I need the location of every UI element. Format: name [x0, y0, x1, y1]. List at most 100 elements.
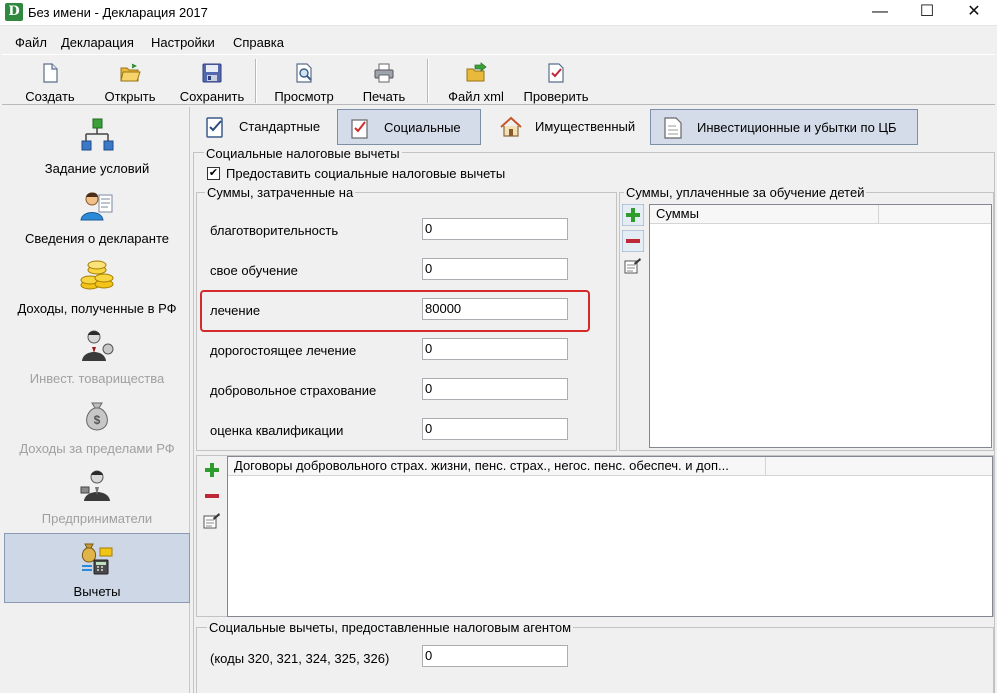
- check-label: Проверить: [523, 89, 589, 104]
- expensive-treatment-field[interactable]: 0: [422, 338, 568, 360]
- add-icon[interactable]: [203, 461, 221, 479]
- preview-button[interactable]: Просмотр: [266, 59, 342, 105]
- preview-icon: [296, 63, 312, 83]
- insurance-contracts-grid[interactable]: Договоры добровольного страх. жизни, пен…: [227, 456, 993, 617]
- conditions-icon: [81, 118, 114, 151]
- check-button[interactable]: Проверить: [518, 59, 594, 105]
- window-title: Без имени - Декларация 2017: [28, 5, 208, 20]
- edit-icon[interactable]: [203, 512, 221, 530]
- qualification-field[interactable]: 0: [422, 418, 568, 440]
- sums-column-header[interactable]: Суммы: [650, 205, 879, 224]
- own-education-label: свое обучение: [210, 263, 298, 278]
- sidebar-item-label: Доходы, полученные в РФ: [17, 301, 177, 316]
- export-xml-icon: [466, 62, 487, 82]
- sidebar-item-conditions[interactable]: Задание условий: [4, 111, 190, 181]
- amounts-spent-group: Суммы, затраченные на благотворительност…: [196, 185, 617, 451]
- sidebar-item-income-rf[interactable]: Доходы, полученные в РФ: [4, 251, 190, 321]
- open-button[interactable]: Открыть: [98, 59, 162, 105]
- tab-investment[interactable]: Инвестиционные и убытки по ЦБ: [650, 109, 918, 145]
- tax-agent-codes-label: (коды 320, 321, 324, 325, 326): [210, 651, 390, 666]
- investor-icon: [82, 330, 114, 361]
- maximize-button[interactable]: ☐: [904, 0, 950, 26]
- children-education-group: Суммы, уплаченные за обучение детей Сумм…: [619, 185, 994, 451]
- minimize-button[interactable]: —: [857, 0, 903, 26]
- sidebar-item-label: Доходы за пределами РФ: [19, 441, 175, 456]
- sidebar-item-invest-partnerships[interactable]: Инвест. товарищества: [4, 321, 190, 391]
- document-icon: [664, 117, 682, 139]
- qualification-label: оценка квалификации: [210, 423, 344, 438]
- menu-declaration[interactable]: Декларация: [61, 35, 134, 50]
- expensive-treatment-label: дорогостоящее лечение: [210, 343, 357, 358]
- sidebar-item-label: Инвест. товарищества: [29, 371, 165, 386]
- tab-label: Стандартные: [239, 119, 321, 134]
- children-sums-grid[interactable]: Суммы: [649, 204, 992, 448]
- own-education-field[interactable]: 0: [422, 258, 568, 280]
- children-education-title: Суммы, уплаченные за обучение детей: [624, 185, 867, 200]
- printer-icon: [374, 63, 394, 83]
- create-button[interactable]: Создать: [18, 59, 82, 105]
- menu-settings[interactable]: Настройки: [151, 35, 215, 50]
- close-button[interactable]: ✕: [951, 0, 997, 26]
- preview-label: Просмотр: [274, 89, 334, 104]
- app-logo-icon: D: [5, 3, 23, 21]
- tab-property[interactable]: Имущественный: [489, 109, 645, 145]
- treatment-field[interactable]: 80000: [422, 298, 568, 320]
- declarant-icon: [80, 192, 113, 221]
- tab-social[interactable]: Социальные: [337, 109, 481, 145]
- check-document-icon: [548, 63, 564, 83]
- add-icon[interactable]: [622, 204, 644, 226]
- toolbar: Создать Открыть Сохранить Просмотр Печат…: [2, 54, 995, 105]
- tax-agent-title: Социальные вычеты, предоставленные налог…: [207, 620, 574, 635]
- sidebar: Задание условий Сведения о декларанте До…: [2, 107, 190, 693]
- voluntary-insurance-label: добровольное страхование: [210, 383, 377, 398]
- menu-file[interactable]: Файл: [15, 35, 47, 50]
- sidebar-item-deductions[interactable]: Вычеты: [4, 533, 190, 603]
- sidebar-item-label: Вычеты: [73, 584, 121, 599]
- new-document-icon: [43, 63, 58, 83]
- sidebar-item-label: Задание условий: [44, 161, 150, 176]
- insurance-contracts-group: Договоры добровольного страх. жизни, пен…: [196, 455, 994, 617]
- menu-help[interactable]: Справка: [233, 35, 284, 50]
- coins-icon: [80, 260, 114, 290]
- voluntary-insurance-field[interactable]: 0: [422, 378, 568, 400]
- businessman-icon: [80, 470, 110, 501]
- sidebar-item-declarant[interactable]: Сведения о декларанте: [4, 181, 190, 251]
- treatment-label: лечение: [210, 303, 261, 318]
- svg-text:$: $: [94, 413, 101, 427]
- tab-label: Имущественный: [535, 119, 636, 134]
- print-button[interactable]: Печать: [352, 59, 416, 105]
- social-group-title: Социальные налоговые вычеты: [204, 146, 402, 161]
- tab-label: Инвестиционные и убытки по ЦБ: [697, 120, 897, 135]
- remove-icon[interactable]: [622, 230, 644, 252]
- deduction-tabs: Стандартные Социальные Имущественный Инв…: [193, 108, 995, 146]
- print-label: Печать: [362, 89, 406, 104]
- sidebar-item-label: Предприниматели: [41, 511, 153, 526]
- open-label: Открыть: [104, 89, 156, 104]
- tab-standard[interactable]: Стандартные: [193, 109, 333, 145]
- remove-icon[interactable]: [203, 487, 221, 505]
- grid-header: Суммы: [650, 205, 991, 224]
- toolbar-separator: [427, 59, 429, 103]
- house-icon: [500, 116, 522, 137]
- create-label: Создать: [25, 89, 75, 104]
- provide-deductions-checkbox[interactable]: ✔: [207, 167, 220, 180]
- charity-field[interactable]: 0: [422, 218, 568, 240]
- tax-agent-field[interactable]: 0: [422, 645, 568, 667]
- money-bag-icon: $: [86, 402, 108, 431]
- xml-file-button[interactable]: Файл xml: [442, 59, 510, 105]
- checklist-icon: [351, 119, 368, 139]
- tab-label: Социальные: [384, 120, 461, 135]
- social-deductions-panel: Социальные налоговые вычеты ✔ Предостави…: [193, 146, 995, 693]
- deductions-icon: [81, 543, 113, 575]
- sidebar-item-foreign-income[interactable]: $ Доходы за пределами РФ: [4, 391, 190, 461]
- save-label: Сохранить: [179, 89, 245, 104]
- title-bar: D Без имени - Декларация 2017 — ☐ ✕: [0, 0, 997, 26]
- toolbar-separator: [255, 59, 257, 103]
- charity-label: благотворительность: [210, 223, 339, 238]
- contracts-column-header[interactable]: Договоры добровольного страх. жизни, пен…: [228, 457, 766, 476]
- sidebar-item-entrepreneurs[interactable]: Предприниматели: [4, 461, 190, 531]
- edit-icon[interactable]: [624, 257, 642, 275]
- save-button[interactable]: Сохранить: [174, 59, 250, 105]
- amounts-spent-title: Суммы, затраченные на: [205, 185, 356, 200]
- floppy-disk-icon: [202, 63, 222, 83]
